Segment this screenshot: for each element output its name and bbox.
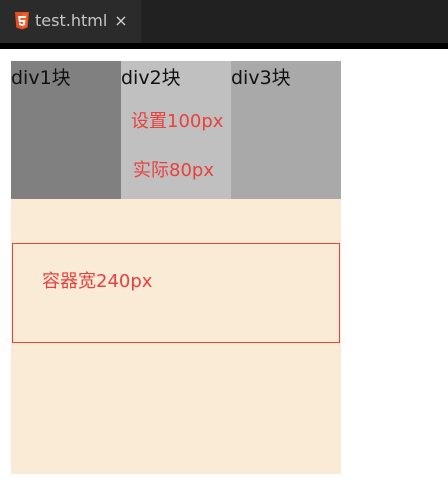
html5-icon [15,12,29,30]
set-width-note: 设置100px [131,111,224,132]
container-width-box: 容器宽240px [12,243,340,343]
actual-width-note: 实际80px [133,160,214,181]
close-icon[interactable]: × [113,11,129,31]
div2-label: div2块 [121,67,181,89]
container-width-label: 容器宽240px [42,271,153,292]
tab-test-html[interactable]: test.html × [0,0,141,43]
div3-block: div3块 [231,61,341,199]
div1-block: div1块 [11,61,121,199]
div3-label: div3块 [231,67,291,89]
container-box: div1块 div2块 div3块 设置100px 实际80px 容器宽240p… [11,61,341,474]
div1-label: div1块 [11,67,71,89]
tab-bar: test.html × [0,0,448,49]
tab-title: test.html [35,11,108,30]
